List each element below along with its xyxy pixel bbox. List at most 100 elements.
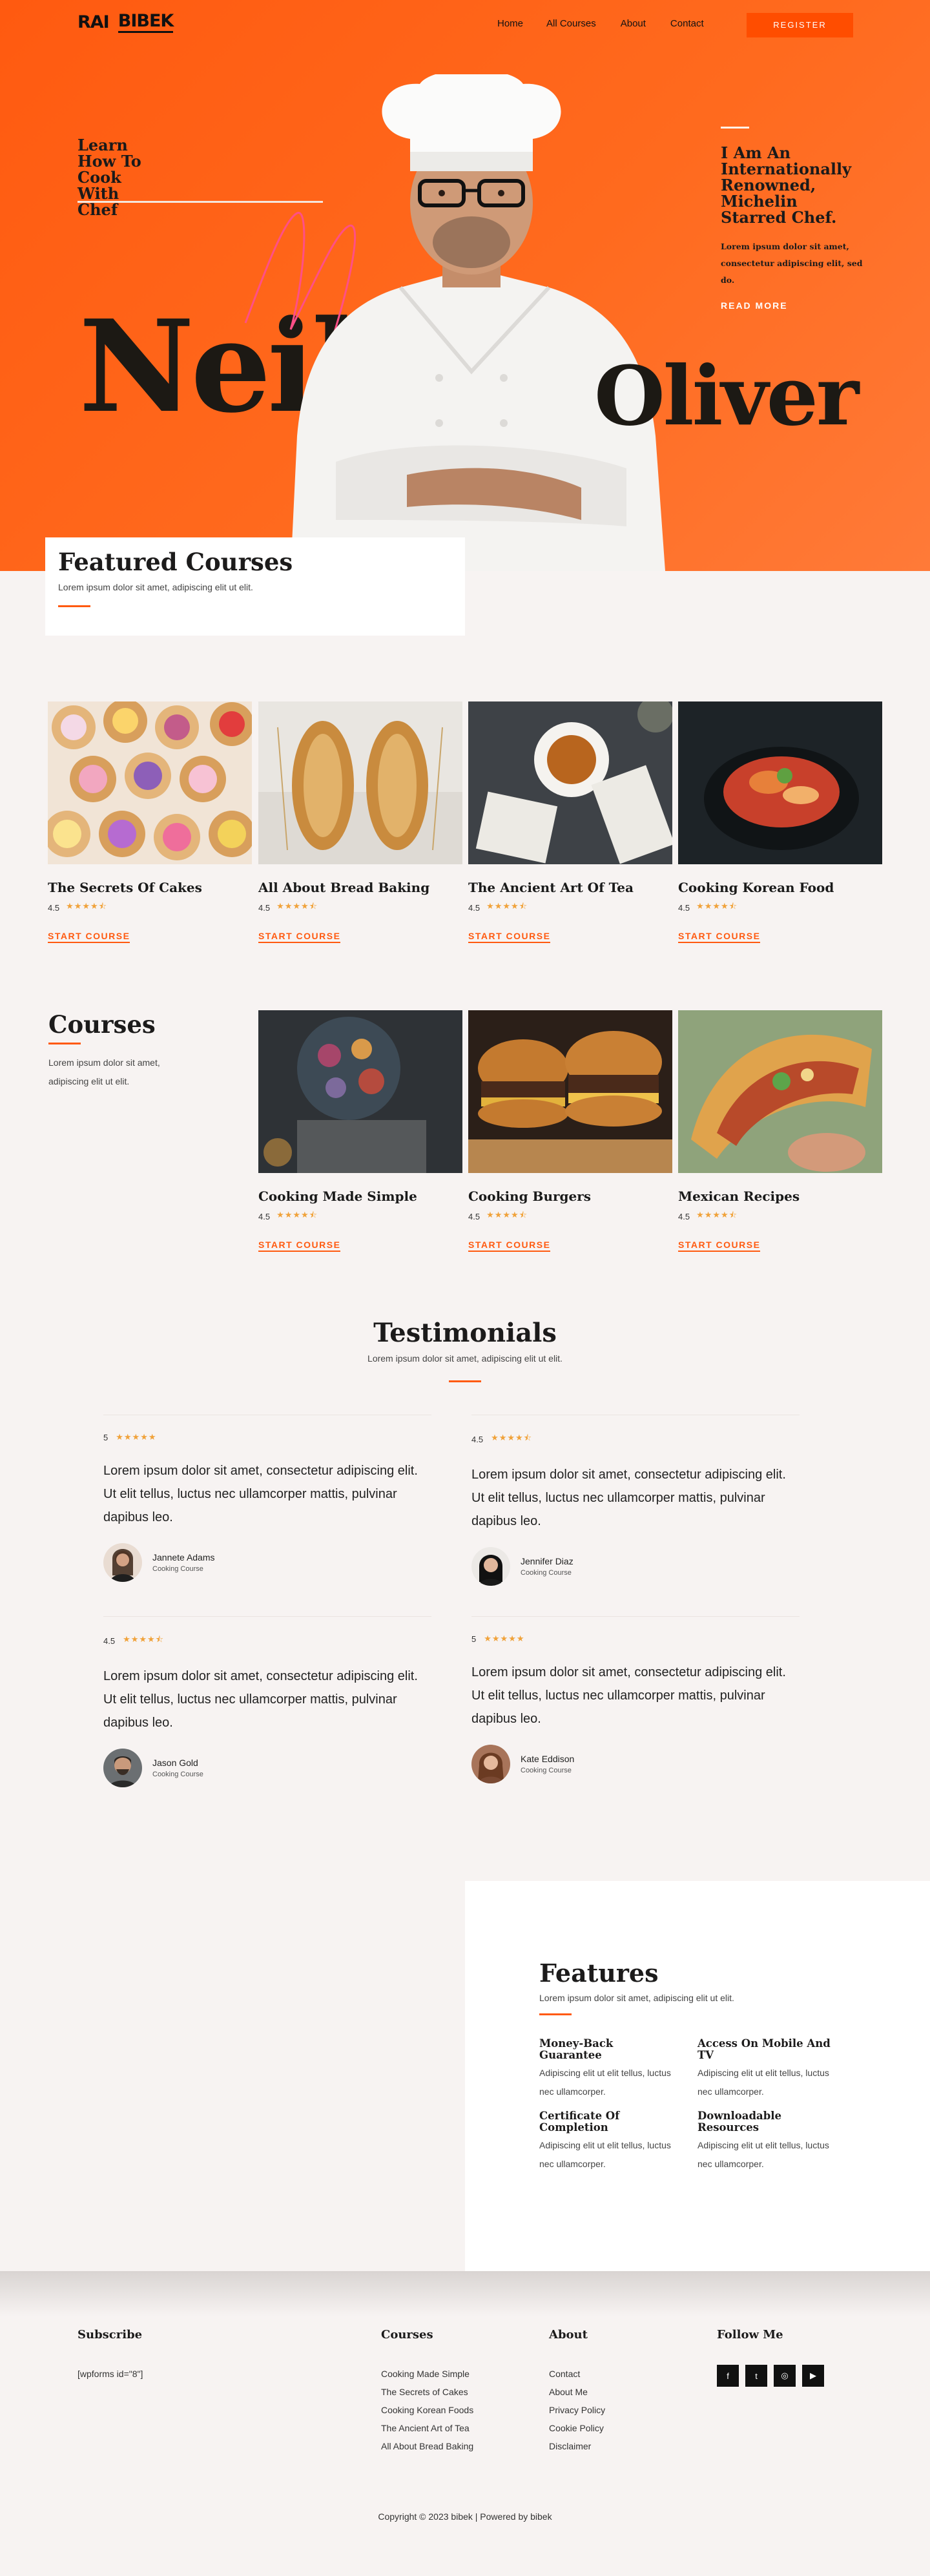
subscribe-form-placeholder: [wpforms id="8"] [78,2369,143,2379]
testimonial-quote: Lorem ipsum dolor sit amet, consectetur … [471,1468,786,1528]
star-rating-icon: ★★★★⯪ [486,1210,528,1220]
footer-link[interactable]: Contact [549,2365,605,2383]
featured-subtitle: Lorem ipsum dolor sit amet, adipiscing e… [58,582,253,592]
course-card[interactable]: Mexican Recipes 4.5 ★★★★⯪ START COURSE [678,1010,882,1252]
course-rating: 4.5 ★★★★⯪ [258,900,462,915]
feature-title: Downloadable Resources [698,2110,782,2134]
logo-text-1: RAI [78,12,110,32]
footer-link[interactable]: All About Bread Baking [381,2437,473,2455]
course-rating: 4.5 ★★★★⯪ [258,1209,462,1223]
rating-value: 5 [471,1634,477,1644]
rating-value: 4.5 [48,902,60,913]
testimonial-author: Jennifer Diaz Cooking Course [471,1547,800,1586]
testimonial-rating: 5 ★★★★★ [471,1634,800,1644]
start-course-link[interactable]: START COURSE [678,930,761,943]
star-rating-icon: ★★★★★ [116,1432,157,1442]
features-subtitle: Lorem ipsum dolor sit amet, adipiscing e… [539,1993,734,2003]
featured-courses-header: Featured Courses Lorem ipsum dolor sit a… [45,537,465,636]
author-name: Jason Gold [152,1758,198,1768]
course-image-cakes[interactable] [48,701,252,864]
footer-heading: Subscribe [78,2328,143,2342]
youtube-icon[interactable]: ▶ [802,2365,824,2387]
course-card[interactable]: Cooking Burgers 4.5 ★★★★⯪ START COURSE [468,1010,672,1252]
hero-tagline: Learn How To Cook With Chef [78,136,141,219]
facebook-icon[interactable]: f [717,2365,739,2387]
course-image-simple[interactable] [258,1010,462,1173]
feature-title: Access On Mobile And TV [698,2037,831,2061]
course-rating: 4.5 ★★★★⯪ [678,1209,882,1223]
nav-link-about[interactable]: About [621,18,646,29]
read-more-link[interactable]: READ MORE [721,300,863,311]
footer-divider-shadow [0,2271,930,2316]
nav-menu: Home All Courses About Contact [497,18,727,29]
testimonial-rating: 5 ★★★★★ [103,1432,431,1442]
intro-title: I Am An Internationally Renowned, Michel… [721,143,852,227]
feature-text: Adipiscing elit ut elit tellus, luctus n… [698,2140,829,2169]
intro-dash [721,127,749,129]
footer-link[interactable]: The Secrets of Cakes [381,2383,473,2401]
featured-accent-bar [58,605,90,607]
footer-link[interactable]: The Ancient Art of Tea [381,2419,473,2437]
course-title[interactable]: All About Bread Baking [258,880,462,895]
footer-link[interactable]: Disclaimer [549,2437,605,2455]
feature-title: Certificate Of Completion [539,2110,620,2134]
course-card[interactable]: The Ancient Art Of Tea 4.5 ★★★★⯪ START CO… [468,701,672,943]
course-rating: 4.5 ★★★★⯪ [678,900,882,915]
testimonials-subtitle: Lorem ipsum dolor sit amet, adipiscing e… [367,1353,563,1364]
courses-accent-bar [48,1043,81,1044]
footer-about: About Contact About Me Privacy Policy Co… [549,2328,605,2455]
star-rating-icon: ★★★★⯪ [276,901,318,911]
nav-link-home[interactable]: Home [497,18,523,29]
course-image-korean-food[interactable] [678,701,882,864]
course-rating: 4.5 ★★★★⯪ [468,900,672,915]
course-card[interactable]: The Secrets Of Cakes 4.5 ★★★★⯪ START COUR… [48,701,252,943]
author-role: Cooking Course [152,1771,203,1778]
footer-heading: Courses [381,2328,433,2342]
course-image-burgers[interactable] [468,1010,672,1173]
instagram-icon[interactable]: ◎ [774,2365,796,2387]
course-image-tea[interactable] [468,701,672,864]
course-title[interactable]: Mexican Recipes [678,1189,882,1204]
start-course-link[interactable]: START COURSE [678,1239,761,1252]
courses-title: Courses [48,1010,156,1039]
course-card[interactable]: All About Bread Baking 4.5 ★★★★⯪ START CO… [258,701,462,943]
avatar [471,1745,510,1783]
course-title[interactable]: The Secrets Of Cakes [48,880,252,895]
footer-link[interactable]: Cookie Policy [549,2419,605,2437]
features-title: Features [539,1958,659,1988]
testimonials-accent-bar [449,1380,481,1382]
course-title[interactable]: Cooking Korean Food [678,880,882,895]
featured-title: Featured Courses [58,548,293,576]
course-image-bread[interactable] [258,701,462,864]
footer-link[interactable]: About Me [549,2383,605,2401]
start-course-link[interactable]: START COURSE [468,930,551,943]
author-role: Cooking Course [152,1565,203,1573]
course-title[interactable]: The Ancient Art Of Tea [468,880,672,895]
chef-portrait [291,74,665,571]
avatar [103,1543,142,1582]
nav-link-all-courses[interactable]: All Courses [546,18,596,29]
start-course-link[interactable]: START COURSE [258,930,341,943]
footer-link[interactable]: Cooking Made Simple [381,2365,473,2383]
start-course-link[interactable]: START COURSE [468,1239,551,1252]
nav-link-contact[interactable]: Contact [670,18,704,29]
testimonial-rating: 4.5 ★★★★⯪ [471,1432,800,1446]
course-card[interactable]: Cooking Korean Food 4.5 ★★★★⯪ START COURS… [678,701,882,943]
twitter-icon[interactable]: t [745,2365,767,2387]
footer-link[interactable]: Cooking Korean Foods [381,2401,473,2419]
register-button[interactable]: REGISTER [747,13,853,37]
start-course-link[interactable]: START COURSE [48,930,130,943]
footer-follow: Follow Me f t ◎ ▶ [717,2328,824,2387]
feature-title: Money-Back Guarantee [539,2037,614,2061]
course-title[interactable]: Cooking Made Simple [258,1189,462,1204]
course-image-mexican[interactable] [678,1010,882,1173]
start-course-link[interactable]: START COURSE [258,1239,341,1252]
logo-text-2: BIBEK [118,12,174,33]
testimonial-card: 4.5 ★★★★⯪ Lorem ipsum dolor sit amet, con… [103,1616,431,1787]
footer-link[interactable]: Privacy Policy [549,2401,605,2419]
rating-value: 4.5 [678,902,690,913]
site-logo[interactable]: RAI BIBEK [78,12,174,33]
course-card[interactable]: Cooking Made Simple 4.5 ★★★★⯪ START COURS… [258,1010,462,1252]
feature-item: Certificate Of Completion Adipiscing eli… [539,2110,671,2174]
course-title[interactable]: Cooking Burgers [468,1189,672,1204]
